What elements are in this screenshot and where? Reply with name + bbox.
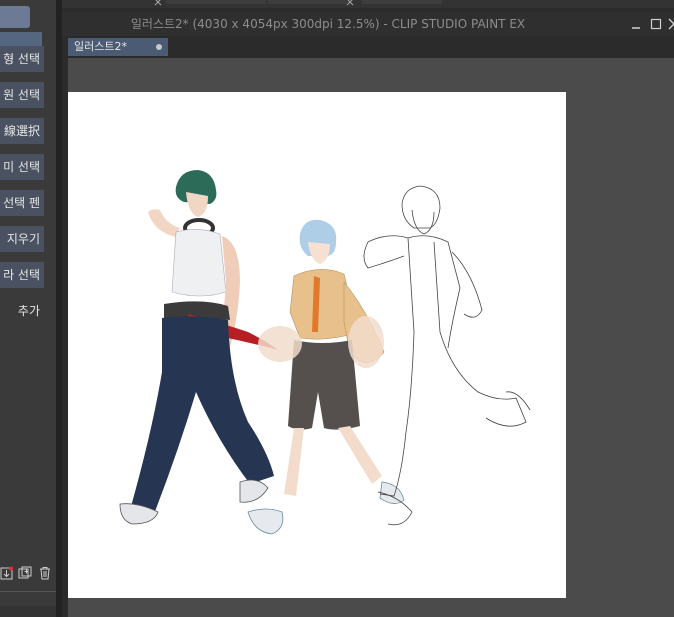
sub-tool-select-eraser[interactable]: 지우기 xyxy=(0,226,44,252)
upper-tab[interactable] xyxy=(268,0,348,4)
window-title: 일러스트2* (4030 x 4054px 300dpi 12.5%) - CL… xyxy=(130,17,526,31)
document-title-bar: 일러스트2* (4030 x 4054px 300dpi 12.5%) - CL… xyxy=(62,12,674,36)
duplicate-layer-icon[interactable] xyxy=(18,566,32,580)
document-tab-label: 일러스트2* xyxy=(74,40,127,53)
sub-tool-select-pen[interactable]: 선택 펜 xyxy=(0,190,44,216)
panel-divider xyxy=(0,591,56,592)
trash-icon[interactable] xyxy=(38,566,52,580)
upper-tab[interactable] xyxy=(166,0,266,4)
upper-panel-tabs xyxy=(62,0,674,8)
sub-tool-actions xyxy=(0,566,56,584)
upper-tab[interactable] xyxy=(362,0,442,4)
canvas-paper[interactable] xyxy=(68,92,566,598)
close-icon[interactable] xyxy=(154,0,162,6)
sub-tool-line-select[interactable]: 線選択 xyxy=(0,118,44,144)
minimize-icon[interactable] xyxy=(630,18,642,30)
tab-modified-dot-icon[interactable] xyxy=(156,44,162,50)
sub-tool-add[interactable]: 추가 xyxy=(0,298,44,324)
import-layer-icon[interactable] xyxy=(0,566,14,580)
character-green-hair xyxy=(119,170,278,525)
document-tab[interactable]: 일러스트2* xyxy=(68,38,168,56)
illustration-artwork xyxy=(119,170,531,535)
maximize-icon[interactable] xyxy=(650,18,662,30)
character-sketch xyxy=(363,185,531,526)
sub-tool-ellipse-select[interactable]: 원 선택 xyxy=(0,82,44,108)
panel-header-button[interactable] xyxy=(0,6,30,28)
close-icon[interactable] xyxy=(668,18,674,30)
sub-tool-shrink-select[interactable]: 미 선택 xyxy=(0,154,44,180)
document-tab-bar: 일러스트2* xyxy=(62,36,674,58)
sub-tool-panel: 형 선택 원 선택 線選択 미 선택 선택 펜 지우기 라 선택 추가 xyxy=(0,0,56,617)
character-blue-hair xyxy=(247,219,405,535)
sub-tool-color-select[interactable]: 라 선택 xyxy=(0,262,44,288)
sub-tool-rect-select[interactable]: 형 선택 xyxy=(0,46,44,72)
panel-footer xyxy=(0,606,56,617)
